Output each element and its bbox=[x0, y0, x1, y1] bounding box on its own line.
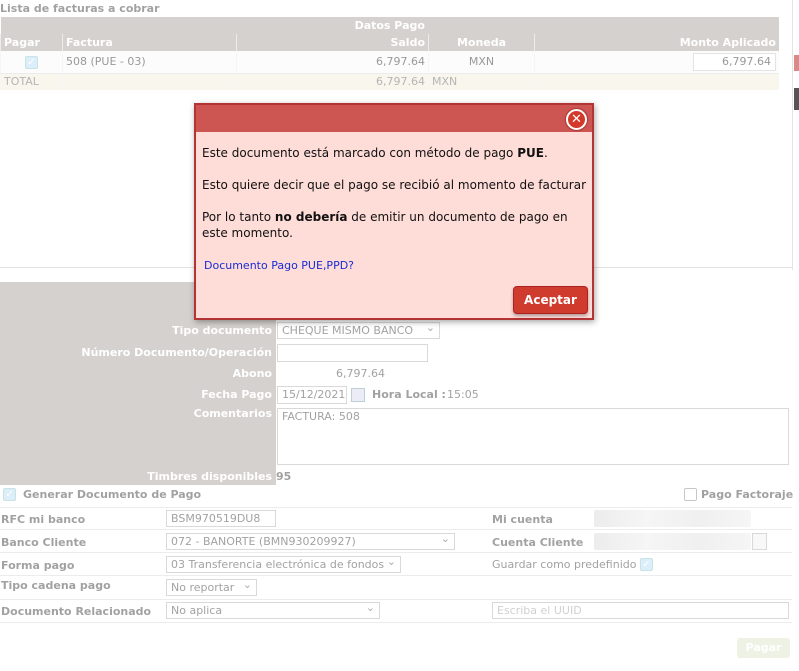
tipo-cadena-select[interactable]: No reportar bbox=[166, 578, 257, 596]
dialog-text: Este documento está marcado con método d… bbox=[202, 146, 518, 160]
dialog-line-1: Este documento está marcado con método d… bbox=[202, 146, 548, 160]
dialog-line-3: Por lo tanto no debería de emitir un doc… bbox=[202, 210, 568, 224]
dialog-text: . bbox=[543, 146, 548, 160]
accept-button[interactable]: Aceptar bbox=[513, 286, 588, 314]
tipo-documento-label: Tipo documento bbox=[172, 324, 272, 337]
group-header: Datos Pago bbox=[0, 17, 779, 34]
hora-local-label: Hora Local : bbox=[372, 388, 446, 401]
banco-cliente-select[interactable]: 072 - BANORTE (BMN930209927) bbox=[166, 532, 455, 550]
cuenta-cliente-input[interactable] bbox=[594, 533, 751, 550]
generar-label: Generar Documento de Pago bbox=[23, 488, 202, 501]
timbres-value: 95 bbox=[276, 470, 292, 483]
dialog-header: ✕ bbox=[196, 105, 592, 132]
guardar-checkbox[interactable]: ✓ bbox=[640, 558, 653, 571]
col-factura: Factura bbox=[62, 34, 237, 51]
hora-local-value: 15:05 bbox=[447, 388, 479, 401]
tipo-cadena-label: Tipo cadena pago bbox=[1, 579, 111, 592]
numero-documento-label: Número Documento/Operación bbox=[81, 346, 272, 359]
dialog-bold: no debería bbox=[274, 210, 348, 224]
uuid-input[interactable]: Escriba el UUID bbox=[492, 602, 789, 619]
cuenta-cliente-label: Cuenta Cliente bbox=[492, 536, 584, 549]
dialog-line-2: Esto quiere decir que el pago se recibió… bbox=[202, 178, 587, 192]
dialog-text: Por lo tanto bbox=[202, 210, 275, 224]
dropdown-icon[interactable] bbox=[752, 533, 767, 550]
mi-cuenta-label: Mi cuenta bbox=[492, 513, 553, 526]
pago-factoraje-checkbox[interactable] bbox=[684, 488, 697, 501]
edge-decoration bbox=[794, 55, 799, 71]
grid-row bbox=[0, 576, 792, 600]
numero-documento-input[interactable] bbox=[277, 344, 428, 362]
payment-page: Lista de facturas a cobrar Datos Pago Pa… bbox=[0, 0, 799, 671]
mi-cuenta-input[interactable] bbox=[594, 510, 751, 527]
dialog-text: de emitir un documento de pago en bbox=[347, 210, 568, 224]
banco-cliente-label: Banco Cliente bbox=[1, 536, 87, 549]
total-label: TOTAL bbox=[0, 73, 63, 90]
edge-decoration bbox=[794, 88, 799, 110]
rfc-banco-label: RFC mi banco bbox=[1, 513, 86, 526]
table-row: ✓ 508 (PUE - 03) 6,797.64 MXN 6,797.64 bbox=[0, 51, 779, 74]
forma-pago-label: Forma pago bbox=[1, 559, 75, 572]
close-icon[interactable]: ✕ bbox=[566, 109, 587, 130]
dialog-bold: PUE bbox=[517, 146, 544, 160]
guardar-label: Guardar como predefinido bbox=[492, 558, 637, 571]
doc-relacionado-label: Documento Relacionado bbox=[1, 605, 152, 618]
col-monto: Monto Aplicado bbox=[534, 34, 779, 51]
dialog-line-4: este momento. bbox=[202, 226, 293, 240]
divider bbox=[792, 0, 793, 270]
pagar-checkbox[interactable]: ✓ bbox=[25, 55, 38, 69]
forma-pago-select[interactable]: 03 Transferencia electrónica de fondos bbox=[166, 555, 401, 573]
alert-dialog: ✕ Este documento está marcado con método… bbox=[194, 103, 594, 320]
pago-factoraje-label: Pago Factoraje bbox=[701, 488, 794, 501]
generar-checkbox[interactable]: ✓ bbox=[3, 488, 16, 501]
total-moneda: MXN bbox=[428, 73, 535, 90]
col-pagar: Pagar bbox=[0, 34, 63, 51]
calendar-icon[interactable] bbox=[351, 388, 365, 402]
abono-value: 6,797.64 bbox=[336, 367, 385, 380]
rfc-banco-input[interactable]: BSM970519DU8 bbox=[166, 510, 276, 527]
fecha-pago-input[interactable]: 15/12/2021 bbox=[277, 386, 347, 404]
col-saldo: Saldo bbox=[236, 34, 429, 51]
help-link[interactable]: Documento Pago PUE,PPD? bbox=[204, 259, 354, 272]
moneda-cell: MXN bbox=[428, 51, 535, 74]
comentarios-textarea[interactable]: FACTURA: 508 bbox=[277, 408, 789, 465]
col-moneda: Moneda bbox=[428, 34, 535, 51]
monto-input[interactable]: 6,797.64 bbox=[693, 52, 776, 71]
saldo-cell: 6,797.64 bbox=[236, 51, 429, 74]
total-saldo: 6,797.64 bbox=[236, 73, 429, 90]
invoice-table: Datos Pago Pagar Factura Saldo Moneda Mo… bbox=[0, 17, 779, 90]
doc-relacionado-select[interactable]: No aplica bbox=[166, 601, 380, 619]
factura-cell: 508 (PUE - 03) bbox=[62, 51, 237, 74]
timbres-label: Timbres disponibles bbox=[147, 470, 272, 483]
total-row: TOTAL 6,797.64 MXN bbox=[0, 73, 779, 90]
pagar-button[interactable]: Pagar bbox=[737, 638, 790, 658]
comentarios-label: Comentarios bbox=[193, 407, 272, 420]
fecha-pago-label: Fecha Pago bbox=[201, 388, 272, 401]
abono-label: Abono bbox=[232, 367, 272, 380]
invoice-list-title: Lista de facturas a cobrar bbox=[0, 2, 160, 15]
tipo-documento-select[interactable]: CHEQUE MISMO BANCO bbox=[277, 321, 440, 339]
